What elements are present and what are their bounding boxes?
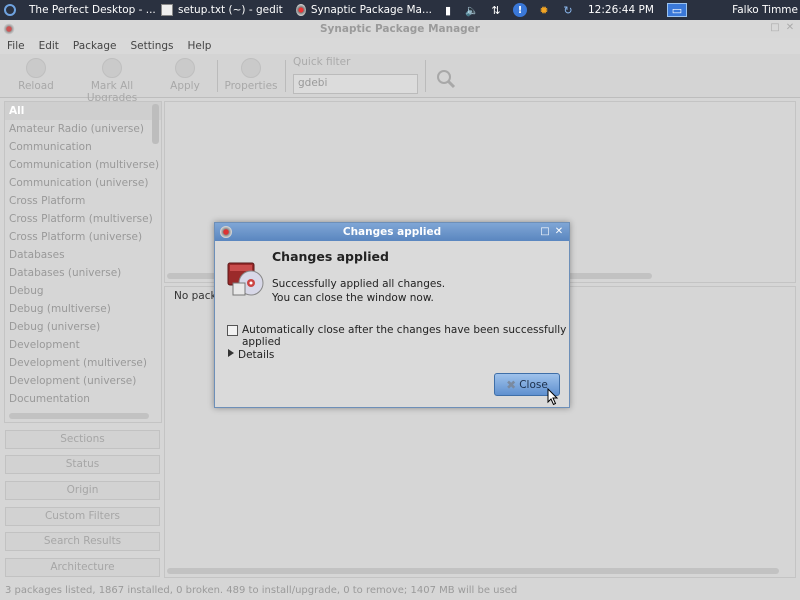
menu-file[interactable]: File — [0, 40, 32, 52]
auto-close-label[interactable]: Automatically close after the changes ha… — [242, 324, 569, 348]
synaptic-app-icon — [3, 23, 15, 35]
menu-settings[interactable]: Settings — [123, 40, 180, 52]
task-label: The Perfect Desktop - ... — [29, 4, 156, 16]
dialog-message: You can close the window now. — [272, 292, 434, 304]
architecture-button[interactable]: Architecture — [5, 558, 160, 577]
reload-label: Reload — [18, 80, 54, 92]
search-icon — [437, 70, 456, 89]
menu-launcher-button[interactable] — [0, 0, 20, 20]
mark-all-upgrades-button[interactable]: Mark All Upgrades — [66, 58, 158, 104]
taskbar-item-synaptic[interactable]: Synaptic Package Ma... — [292, 0, 436, 20]
section-item[interactable]: Communication (multiverse) — [5, 156, 161, 174]
section-item[interactable]: Databases — [5, 246, 161, 264]
section-item[interactable]: Communication — [5, 138, 161, 156]
dialog-message: Successfully applied all changes. — [272, 278, 446, 290]
weather-icon[interactable]: ✹ — [537, 3, 551, 17]
mark-upgrades-icon — [102, 58, 122, 78]
close-icon[interactable]: ✕ — [785, 23, 795, 33]
dialog-titlebar: Changes applied □ ✕ — [215, 223, 569, 241]
menu-edit[interactable]: Edit — [32, 40, 66, 52]
close-button-label: Close — [519, 378, 548, 391]
properties-icon — [241, 58, 261, 78]
top-panel: The Perfect Desktop - ... setup.txt (~) … — [0, 0, 800, 20]
sections-button[interactable]: Sections — [5, 430, 160, 449]
dialog-heading: Changes applied — [272, 249, 389, 264]
section-item[interactable]: Debug (universe) — [5, 318, 161, 336]
dialog-title: Changes applied — [342, 226, 442, 238]
status-button[interactable]: Status — [5, 455, 160, 474]
apply-label: Apply — [170, 80, 200, 92]
section-item[interactable]: Amateur Radio (universe) — [5, 120, 161, 138]
toolbar-separator — [217, 60, 218, 92]
section-item[interactable]: Databases (universe) — [5, 264, 161, 282]
section-item[interactable]: Debug (multiverse) — [5, 300, 161, 318]
menubar: File Edit Package Settings Help — [0, 38, 800, 54]
mouse-cursor-icon — [547, 388, 559, 406]
taskbar-item-gedit[interactable]: setup.txt (~) - gedit — [157, 0, 292, 20]
details-hscrollbar[interactable] — [167, 568, 779, 574]
section-item[interactable]: Documentation — [5, 390, 161, 408]
apply-icon — [175, 58, 195, 78]
taskbar-item-firefox[interactable]: The Perfect Desktop - ... — [20, 0, 157, 20]
section-item[interactable]: Cross Platform (multiverse) — [5, 210, 161, 228]
volume-icon[interactable]: 🔈 — [465, 3, 479, 17]
toolbar-separator — [285, 60, 286, 92]
section-item-all[interactable]: All — [5, 102, 161, 120]
task-label: setup.txt (~) - gedit — [178, 4, 283, 16]
details-expander[interactable]: Details — [238, 349, 274, 361]
show-desktop-icon[interactable]: ▭ — [666, 3, 687, 17]
reload-icon — [26, 58, 46, 78]
toolbar: Reload Mark All Upgrades Apply Propertie… — [0, 54, 800, 104]
close-icon[interactable]: ✕ — [553, 226, 565, 238]
section-list-hscrollbar[interactable] — [9, 413, 149, 419]
section-item[interactable]: Cross Platform — [5, 192, 161, 210]
section-item[interactable]: Debug — [5, 282, 161, 300]
menu-icon — [4, 4, 16, 16]
maximize-icon[interactable]: □ — [539, 226, 551, 238]
task-label: Synaptic Package Ma... — [310, 4, 432, 16]
synaptic-icon — [220, 226, 232, 238]
statusbar: 3 packages listed, 1867 installed, 0 bro… — [5, 585, 518, 596]
search-button[interactable] — [432, 66, 460, 92]
section-list-scrollbar[interactable] — [152, 104, 159, 144]
refresh-icon[interactable]: ↻ — [561, 3, 575, 17]
properties-label: Properties — [224, 80, 278, 92]
custom-filters-button[interactable]: Custom Filters — [5, 507, 160, 526]
toolbar-separator — [425, 60, 426, 92]
quick-filter-label: Quick filter — [293, 56, 351, 68]
quick-filter-input[interactable]: gdebi — [293, 74, 418, 94]
system-tray: ▮ 🔈 ⇅ ! ✹ ↻ 12:26:44 PM ▭ — [436, 0, 692, 20]
search-results-button[interactable]: Search Results — [5, 532, 160, 551]
battery-icon[interactable]: ▮ — [441, 3, 455, 17]
section-item[interactable]: Communication (universe) — [5, 174, 161, 192]
section-list: All Amateur Radio (universe) Communicati… — [4, 101, 162, 423]
window-titlebar: Synaptic Package Manager □ ✕ — [0, 20, 800, 38]
section-item[interactable]: Cross Platform (universe) — [5, 228, 161, 246]
auto-close-checkbox[interactable] — [227, 325, 238, 336]
changes-applied-dialog: Changes applied □ ✕ Changes applied Succ… — [214, 222, 570, 408]
menu-package[interactable]: Package — [66, 40, 124, 52]
reload-button[interactable]: Reload — [14, 58, 58, 92]
synaptic-icon — [296, 4, 306, 16]
window-title: Synaptic Package Manager — [320, 23, 480, 35]
maximize-icon[interactable]: □ — [770, 23, 780, 33]
expand-arrow-icon[interactable] — [228, 349, 234, 357]
section-item[interactable]: Development — [5, 336, 161, 354]
origin-button[interactable]: Origin — [5, 481, 160, 500]
user-name[interactable]: Falko Timme — [732, 0, 798, 20]
update-notifier-icon[interactable]: ! — [513, 3, 527, 17]
close-icon: ✖ — [506, 377, 517, 392]
menu-help[interactable]: Help — [181, 40, 219, 52]
clock[interactable]: 12:26:44 PM — [588, 4, 654, 16]
package-disc-icon — [227, 262, 264, 296]
properties-button[interactable]: Properties — [224, 58, 278, 92]
gedit-icon — [161, 4, 173, 16]
section-item[interactable]: Development (universe) — [5, 372, 161, 390]
network-icon[interactable]: ⇅ — [489, 3, 503, 17]
apply-button[interactable]: Apply — [166, 58, 204, 92]
section-item[interactable]: Development (multiverse) — [5, 354, 161, 372]
